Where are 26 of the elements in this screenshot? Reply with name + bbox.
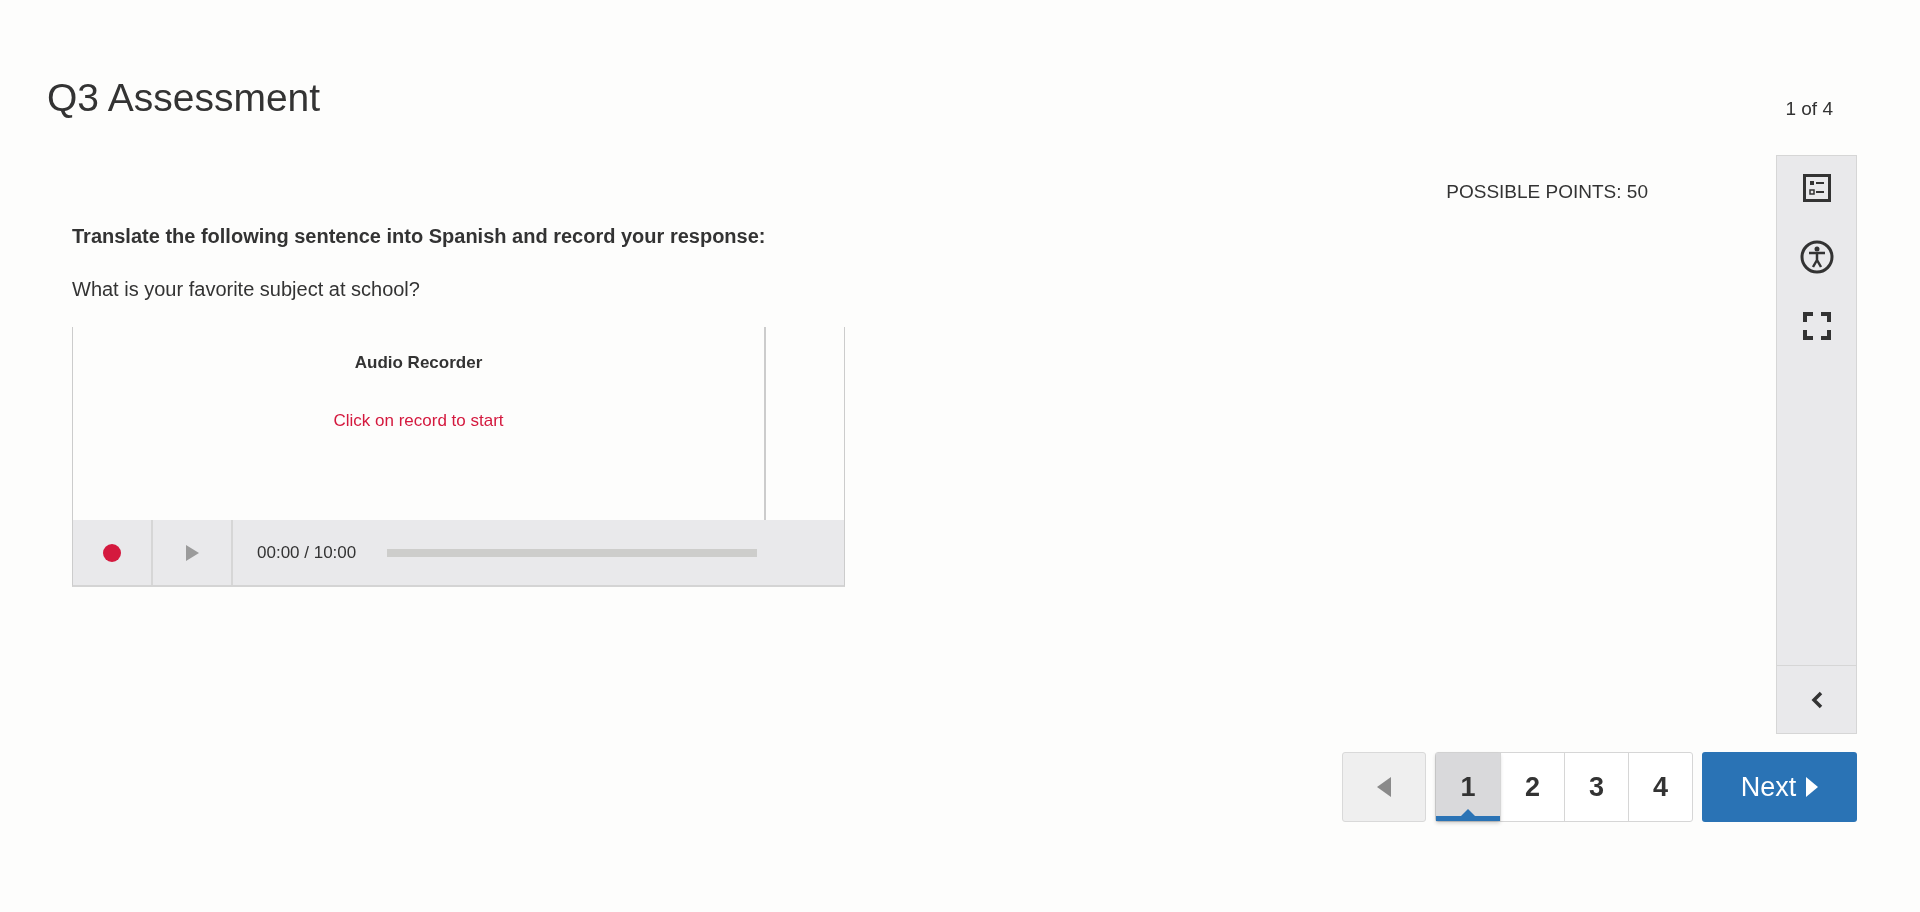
question-text: What is your favorite subject at school? — [72, 278, 421, 301]
instruction-text: Translate the following sentence into Spanish and record your response: — [72, 225, 767, 248]
triangle-left-icon — [1377, 777, 1391, 797]
triangle-right-icon — [1806, 777, 1819, 797]
play-icon — [185, 544, 199, 561]
page-button[interactable]: 1 — [1436, 753, 1500, 821]
page-title: Q3 Assessment — [47, 76, 321, 120]
list-icon — [1802, 174, 1831, 202]
collapse-button[interactable] — [1810, 690, 1823, 709]
status-message: Click on record to start — [333, 411, 504, 431]
next-button[interactable]: Next — [1702, 752, 1857, 822]
accessibility-icon — [1799, 240, 1834, 274]
question-list-button[interactable] — [1802, 174, 1831, 202]
chevron-left-icon — [1810, 690, 1823, 709]
progress-track[interactable] — [387, 548, 757, 557]
fullscreen-button[interactable] — [1802, 312, 1831, 340]
possible-points: POSSIBLE POINTS: 50 — [1445, 181, 1648, 203]
record-icon — [103, 543, 121, 562]
page-button[interactable]: 2 — [1500, 753, 1564, 821]
question-counter: 1 of 4 — [1785, 98, 1833, 120]
page-button[interactable]: 4 — [1628, 753, 1692, 821]
accessibility-button[interactable] — [1799, 240, 1834, 274]
fullscreen-icon — [1802, 312, 1831, 340]
page-button[interactable]: 3 — [1564, 753, 1628, 821]
time-readout: 00:00 / 10:00 — [257, 542, 358, 563]
recorder-title: Audio Recorder — [354, 353, 483, 373]
